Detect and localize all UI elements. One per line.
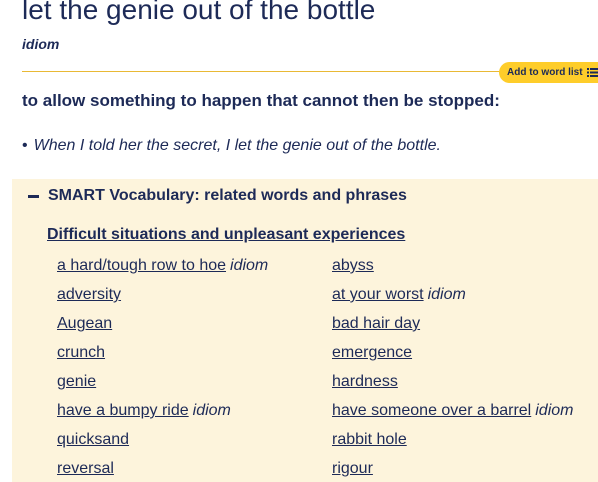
related-word-item: quicksand: [57, 431, 129, 449]
part-of-speech: idiom: [22, 36, 60, 52]
related-word-link[interactable]: rabbit hole: [332, 431, 407, 448]
related-word-link[interactable]: have a bumpy ride: [57, 402, 189, 419]
smart-vocabulary-panel: SMART Vocabulary: related words and phra…: [12, 179, 598, 482]
definition: to allow something to happen that cannot…: [22, 91, 500, 110]
related-word-link[interactable]: crunch: [57, 344, 105, 361]
smart-vocabulary-toggle[interactable]: SMART Vocabulary: related words and phra…: [28, 187, 407, 205]
add-to-word-list-button[interactable]: Add to word list: [499, 62, 598, 83]
related-word-item: reversal: [57, 460, 114, 478]
idiom-label: idiom: [230, 257, 269, 274]
related-word-item: crunch: [57, 344, 105, 362]
entry-headword: let the genie out of the bottle: [22, 0, 376, 25]
related-word-item: hardness: [332, 373, 398, 391]
smart-vocabulary-title: SMART Vocabulary: related words and phra…: [48, 187, 407, 204]
idiom-label: idiom: [535, 402, 574, 419]
related-word-item: bad hair day: [332, 315, 420, 333]
related-word-link[interactable]: genie: [57, 373, 96, 390]
minus-icon[interactable]: [28, 194, 39, 198]
related-word-item: at your worst idiom: [332, 286, 466, 304]
list-icon: [586, 68, 598, 77]
add-to-word-list-label: Add to word list: [507, 67, 583, 78]
related-word-link[interactable]: Augean: [57, 315, 112, 332]
related-word-link[interactable]: abyss: [332, 257, 374, 274]
related-word-link[interactable]: rigour: [332, 460, 373, 477]
idiom-label: idiom: [192, 402, 231, 419]
related-word-item: have a bumpy ride idiom: [57, 402, 231, 420]
related-word-link[interactable]: bad hair day: [332, 315, 420, 332]
related-word-link[interactable]: reversal: [57, 460, 114, 477]
related-word-item: have someone over a barrel idiom: [332, 402, 573, 420]
related-word-link[interactable]: hardness: [332, 373, 398, 390]
related-word-item: a hard/tough row to hoe idiom: [57, 257, 268, 275]
topic-link[interactable]: Difficult situations and unpleasant expe…: [47, 226, 405, 244]
example-sentence: • When I told her the secret, I let the g…: [22, 137, 441, 155]
related-word-link[interactable]: a hard/tough row to hoe: [57, 257, 226, 274]
related-word-item: rabbit hole: [332, 431, 407, 449]
idiom-label: idiom: [427, 286, 466, 303]
related-word-item: Augean: [57, 315, 112, 333]
related-word-link[interactable]: emergence: [332, 344, 412, 361]
related-word-link[interactable]: at your worst: [332, 286, 424, 303]
related-word-link[interactable]: quicksand: [57, 431, 129, 448]
related-word-item: rigour: [332, 460, 373, 478]
related-word-link[interactable]: adversity: [57, 286, 121, 303]
related-word-item: genie: [57, 373, 96, 391]
related-word-item: abyss: [332, 257, 374, 275]
bullet: •: [22, 137, 28, 154]
related-word-link[interactable]: have someone over a barrel: [332, 402, 531, 419]
example-text: When I told her the secret, I let the ge…: [33, 137, 441, 154]
related-word-item: adversity: [57, 286, 121, 304]
related-word-item: emergence: [332, 344, 412, 362]
